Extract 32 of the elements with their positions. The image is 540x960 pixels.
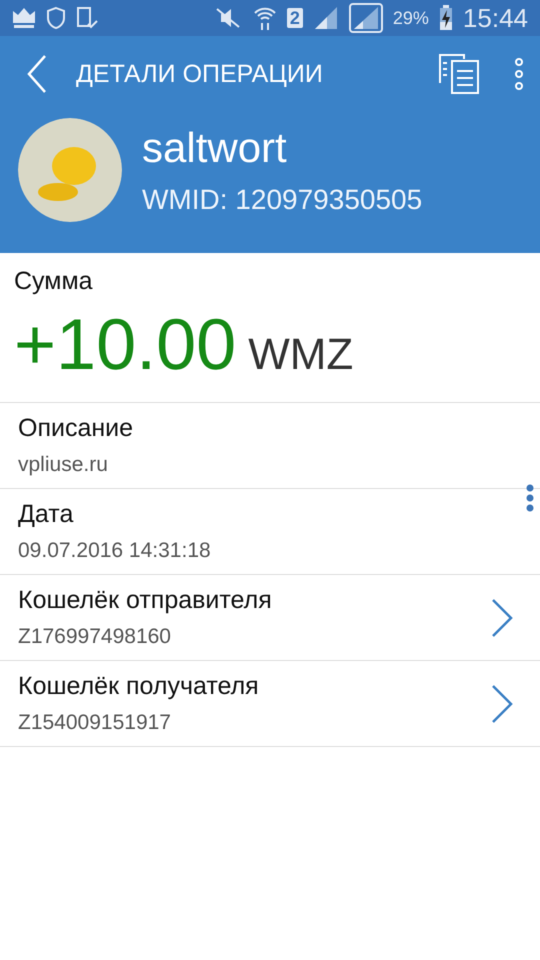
detail-value: 09.07.2016 14:31:18 xyxy=(18,539,212,563)
copy-button[interactable] xyxy=(438,53,480,95)
signal-icon xyxy=(312,6,339,30)
detail-label: Описание xyxy=(18,414,134,443)
sim-slot-label: 2 xyxy=(286,8,303,28)
wallet-row[interactable]: Кошелёк отправителя Z176997498160 xyxy=(0,575,540,661)
wifi-icon xyxy=(252,5,277,31)
crown-icon xyxy=(12,7,36,29)
clock-time: 15:44 xyxy=(462,2,528,34)
wallet-row[interactable]: Кошелёк получателя Z154009151917 xyxy=(0,661,540,747)
currency-code: WMZ xyxy=(248,330,354,380)
battery-charging-icon xyxy=(438,5,453,31)
back-button[interactable] xyxy=(26,54,48,94)
screen-title: ДЕТАЛИ ОПЕРАЦИИ xyxy=(76,60,324,88)
amount-value: +10.00 xyxy=(14,304,236,386)
battery-percent: 29% xyxy=(392,8,429,28)
scroll-handle-icon[interactable] xyxy=(526,484,534,512)
chevron-right-icon xyxy=(490,598,514,638)
signal-icon xyxy=(348,3,383,33)
detail-value: vpliuse.ru xyxy=(18,453,109,477)
detail-value: Z176997498160 xyxy=(18,625,172,649)
detail-value: Z154009151917 xyxy=(18,711,172,735)
chevron-right-icon xyxy=(490,684,514,724)
amount-label: Сумма xyxy=(14,267,94,296)
detail-label: Дата xyxy=(18,500,74,529)
wmid-text: WMID: 120979350505 xyxy=(142,184,422,216)
detail-label: Кошелёк получателя xyxy=(18,672,260,701)
shield-icon xyxy=(46,6,66,30)
tablet-check-icon xyxy=(76,6,98,30)
more-menu-button[interactable] xyxy=(514,57,524,91)
user-name: saltwort xyxy=(142,124,288,172)
detail-label: Кошелёк отправителя xyxy=(18,586,273,615)
